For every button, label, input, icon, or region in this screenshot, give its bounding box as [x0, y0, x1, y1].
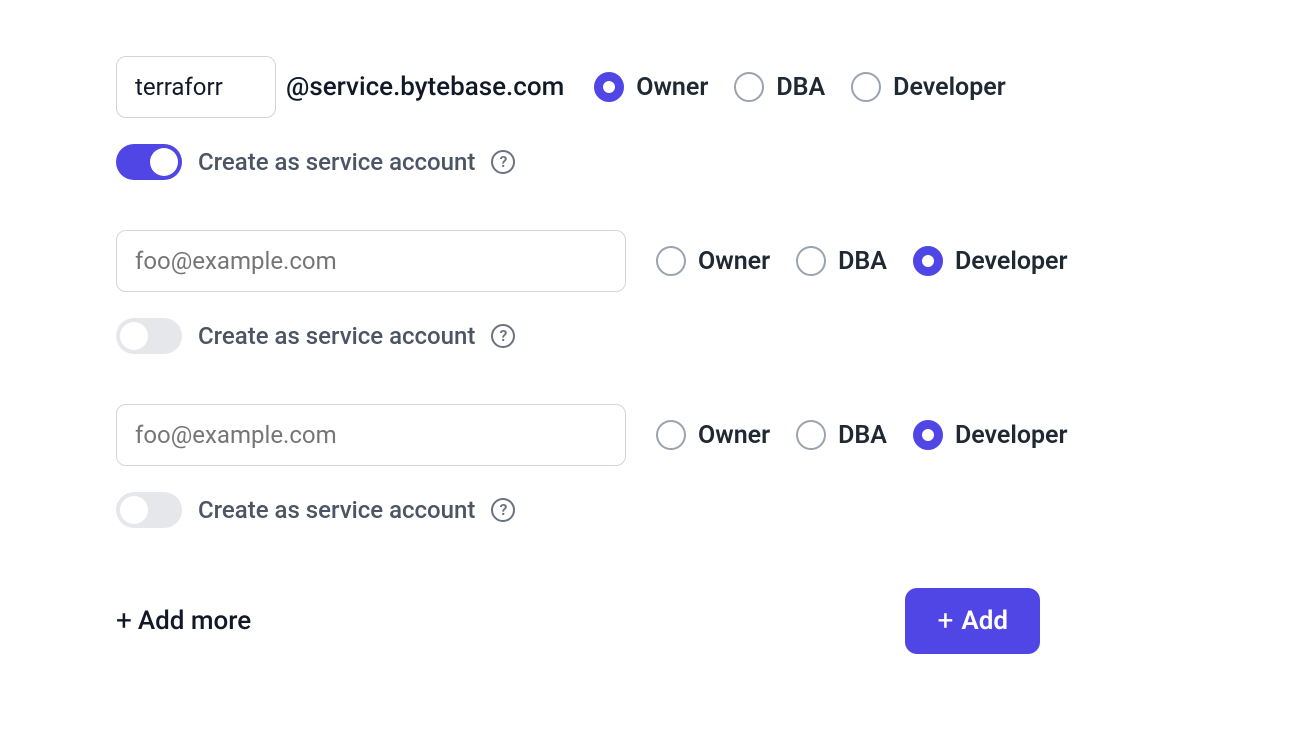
email-area	[116, 230, 626, 292]
role-dba-label: DBA	[838, 247, 887, 276]
member-entry: Owner DBA Developer Create as service ac…	[116, 230, 1040, 354]
entry-top-row: Owner DBA Developer	[116, 230, 1040, 292]
email-area: @service.bytebase.com	[116, 56, 564, 118]
form-footer: + Add more + Add	[116, 588, 1040, 654]
add-more-label: Add more	[138, 606, 251, 636]
help-icon[interactable]: ?	[491, 498, 515, 522]
entry-top-row: Owner DBA Developer	[116, 404, 1040, 466]
entry-top-row: @service.bytebase.com Owner DBA Develope…	[116, 56, 1040, 118]
role-dba-label: DBA	[776, 73, 825, 102]
role-developer-label: Developer	[893, 73, 1006, 102]
role-developer-option[interactable]: Developer	[913, 420, 1068, 450]
radio-icon	[913, 246, 943, 276]
radio-icon	[656, 420, 686, 450]
service-account-toggle[interactable]	[116, 492, 182, 528]
email-input[interactable]	[116, 56, 276, 118]
service-account-row: Create as service account ?	[116, 144, 1040, 180]
plus-icon: +	[116, 607, 132, 635]
service-account-row: Create as service account ?	[116, 318, 1040, 354]
add-button[interactable]: + Add	[905, 588, 1040, 654]
radio-icon	[796, 420, 826, 450]
radio-icon	[913, 420, 943, 450]
help-icon[interactable]: ?	[491, 324, 515, 348]
radio-icon	[734, 72, 764, 102]
role-owner-label: Owner	[698, 421, 770, 450]
add-more-link[interactable]: + Add more	[116, 606, 251, 636]
email-domain-suffix: @service.bytebase.com	[286, 72, 564, 102]
role-radio-group: Owner DBA Developer	[594, 72, 1006, 102]
radio-icon	[594, 72, 624, 102]
radio-icon	[796, 246, 826, 276]
role-developer-label: Developer	[955, 421, 1068, 450]
member-entry: Owner DBA Developer Create as service ac…	[116, 404, 1040, 528]
role-owner-label: Owner	[698, 247, 770, 276]
service-account-row: Create as service account ?	[116, 492, 1040, 528]
service-account-label: Create as service account	[198, 496, 475, 524]
role-developer-label: Developer	[955, 247, 1068, 276]
role-owner-option[interactable]: Owner	[594, 72, 708, 102]
role-developer-option[interactable]: Developer	[851, 72, 1006, 102]
email-input[interactable]	[116, 404, 626, 466]
service-account-label: Create as service account	[198, 148, 475, 176]
role-radio-group: Owner DBA Developer	[656, 246, 1068, 276]
service-account-label: Create as service account	[198, 322, 475, 350]
role-dba-option[interactable]: DBA	[796, 246, 887, 276]
role-dba-option[interactable]: DBA	[734, 72, 825, 102]
radio-icon	[656, 246, 686, 276]
plus-icon: +	[937, 607, 953, 635]
role-dba-label: DBA	[838, 421, 887, 450]
service-account-toggle[interactable]	[116, 318, 182, 354]
add-button-label: Add	[961, 606, 1008, 636]
email-area	[116, 404, 626, 466]
email-input[interactable]	[116, 230, 626, 292]
member-entry: @service.bytebase.com Owner DBA Develope…	[116, 56, 1040, 180]
role-owner-option[interactable]: Owner	[656, 420, 770, 450]
role-owner-option[interactable]: Owner	[656, 246, 770, 276]
add-members-form: @service.bytebase.com Owner DBA Develope…	[0, 0, 1040, 654]
role-radio-group: Owner DBA Developer	[656, 420, 1068, 450]
role-developer-option[interactable]: Developer	[913, 246, 1068, 276]
service-account-toggle[interactable]	[116, 144, 182, 180]
role-owner-label: Owner	[636, 73, 708, 102]
help-icon[interactable]: ?	[491, 150, 515, 174]
role-dba-option[interactable]: DBA	[796, 420, 887, 450]
radio-icon	[851, 72, 881, 102]
